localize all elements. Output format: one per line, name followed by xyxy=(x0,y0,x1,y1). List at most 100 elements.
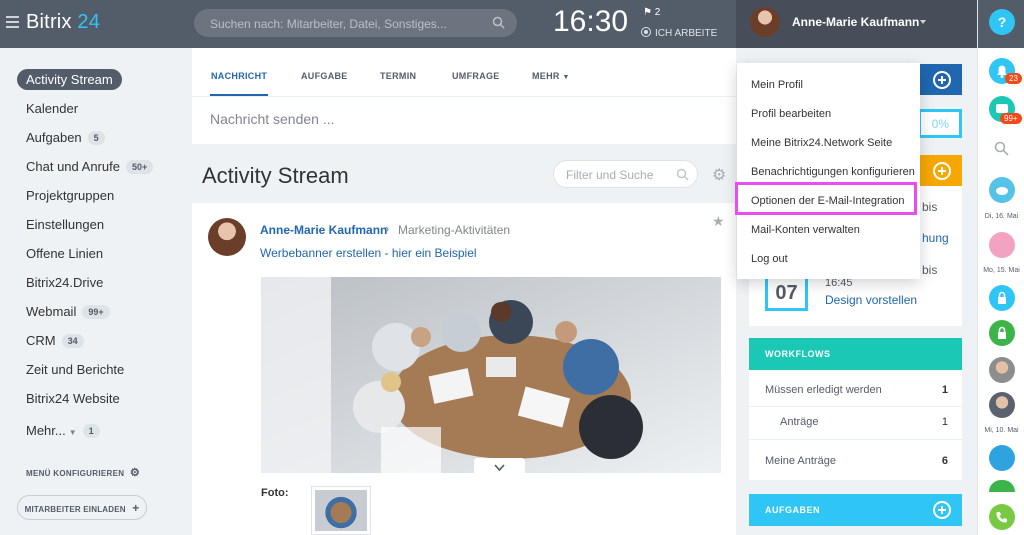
tasks-header[interactable]: AUFGABEN xyxy=(749,494,962,526)
telegram-icon[interactable] xyxy=(989,445,1015,471)
chevron-right-icon: › xyxy=(385,221,390,236)
menu-item-network-page[interactable]: Meine Bitrix24.Network Seite xyxy=(751,137,892,149)
sidebar-item-label: CRM xyxy=(26,333,56,348)
help-button[interactable]: ? xyxy=(989,9,1015,35)
event-date-box[interactable]: 07 xyxy=(765,276,808,311)
sidebar-item-offene-linien[interactable]: Offene Linien xyxy=(26,243,103,264)
tab-termin[interactable]: TERMIN xyxy=(380,71,416,81)
post-link[interactable]: Werbebanner erstellen - hier ein Beispie… xyxy=(260,246,477,260)
user-avatar xyxy=(750,7,780,37)
chevron-down-icon xyxy=(494,464,505,472)
counter-badge: 5 xyxy=(87,131,105,145)
chevron-down-icon: ▼ xyxy=(68,428,77,437)
sidebar-item-zeit[interactable]: Zeit und Berichte xyxy=(26,359,124,380)
plus-icon xyxy=(933,71,951,89)
message-input[interactable]: Nachricht senden ... xyxy=(210,111,335,127)
tab-aufgabe[interactable]: AUFGABE xyxy=(301,71,348,81)
cloud-icon[interactable] xyxy=(989,177,1015,203)
quick-add-button[interactable] xyxy=(918,64,962,95)
work-status-icon xyxy=(641,27,651,37)
event-bis-1: bis xyxy=(922,200,938,214)
tab-umfrage[interactable]: UMFRAGE xyxy=(452,71,500,81)
menu-item-my-profile[interactable]: Mein Profil xyxy=(751,79,803,91)
filter-search-input[interactable]: Filter und Suche xyxy=(553,160,698,188)
workflow-row[interactable]: Anträge xyxy=(780,416,819,428)
workflow-label: Anträge xyxy=(780,416,819,428)
sidebar-item-drive[interactable]: Bitrix24.Drive xyxy=(26,272,103,293)
tab-mehr[interactable]: MEHR ▼ xyxy=(532,71,570,81)
sidebar-item-chat[interactable]: Chat und Anrufe 50+ xyxy=(26,156,154,177)
photo-thumbnail[interactable] xyxy=(311,486,371,535)
sidebar-item-label: Kalender xyxy=(26,101,79,116)
phone-icon[interactable] xyxy=(989,504,1015,530)
menu-item-logout[interactable]: Log out xyxy=(751,253,788,265)
contact-avatar-icon[interactable] xyxy=(989,357,1015,383)
logo-text: Bitrix xyxy=(26,11,72,33)
sidebar-item-label: Webmail xyxy=(26,304,77,319)
workflow-row[interactable]: Meine Anträge xyxy=(765,455,836,467)
author-avatar[interactable] xyxy=(208,218,246,256)
flag-counter[interactable]: ⚑ 2 xyxy=(643,7,660,18)
flag-count: 2 xyxy=(654,7,661,18)
sidebar-item-projektgruppen[interactable]: Projektgruppen xyxy=(26,185,114,206)
page-title: Activity Stream xyxy=(202,163,349,188)
event-link-1[interactable]: hung xyxy=(922,231,949,245)
sidebar-item-label: Activity Stream xyxy=(26,72,113,87)
contact-avatar-icon[interactable] xyxy=(989,232,1015,258)
search-input[interactable]: Suchen nach: Mitarbeiter, Datei, Sonstig… xyxy=(194,9,517,37)
post-image[interactable] xyxy=(261,277,721,473)
chevron-down-icon xyxy=(920,20,926,24)
sidebar: Activity Stream Kalender Aufgaben 5 Chat … xyxy=(0,48,192,535)
lock-icon[interactable] xyxy=(989,285,1015,311)
workflow-label: Meine Anträge xyxy=(765,455,836,467)
work-status[interactable]: ICH ARBEITE xyxy=(641,27,717,39)
menu-configure-button[interactable]: MENÜ KONFIGURIEREN ⚙ xyxy=(26,466,140,479)
logo[interactable]: Bitrix 24 xyxy=(26,11,100,34)
workflows-header[interactable]: WORKFLOWS xyxy=(749,338,962,370)
plus-icon[interactable] xyxy=(933,501,951,519)
menu-item-edit-profile[interactable]: Profil bearbeiten xyxy=(751,108,831,120)
sidebar-item-mehr[interactable]: Mehr... ▼ 1 xyxy=(26,420,100,441)
user-menu-toggle[interactable]: Anne-Marie Kaufmann xyxy=(736,0,977,48)
flag-icon: ⚑ xyxy=(643,7,652,18)
sidebar-item-website[interactable]: Bitrix24 Website xyxy=(26,388,120,409)
menu-item-notifications[interactable]: Benachrichtigungen konfigurieren xyxy=(751,166,915,178)
sidebar-item-crm[interactable]: CRM 34 xyxy=(26,330,84,351)
logo-number: 24 xyxy=(77,11,101,33)
progress-box: 0% xyxy=(918,109,962,138)
lock-icon[interactable] xyxy=(989,480,1015,492)
tab-nachricht[interactable]: NACHRICHT xyxy=(211,71,267,81)
lock-icon[interactable] xyxy=(989,320,1015,346)
sidebar-item-einstellungen[interactable]: Einstellungen xyxy=(26,214,104,235)
contact-avatar-icon[interactable] xyxy=(989,392,1015,418)
post-destination[interactable]: Marketing-Aktivitäten xyxy=(398,223,510,237)
sidebar-item-webmail[interactable]: Webmail 99+ xyxy=(26,301,110,322)
invite-employees-button[interactable]: MITARBEITER EINLADEN + xyxy=(17,495,147,520)
counter-badge: 34 xyxy=(61,334,84,348)
calendar-header[interactable] xyxy=(918,155,962,186)
menu-configure-label: MENÜ KONFIGURIEREN xyxy=(26,469,125,478)
clock[interactable]: 16:30 xyxy=(553,5,628,39)
event-title[interactable]: Design vorstellen xyxy=(825,293,917,307)
date-label: Di, 16. Mai xyxy=(984,213,1019,220)
star-icon[interactable]: ★ xyxy=(712,213,725,230)
workflow-row[interactable]: Müssen erledigt werden xyxy=(765,384,882,396)
tab-mehr-label: MEHR xyxy=(532,71,560,81)
workflows-title: WORKFLOWS xyxy=(765,349,831,359)
workflow-count: 1 xyxy=(941,384,948,396)
chat-badge: 99+ xyxy=(1000,113,1022,124)
sidebar-item-label: Chat und Anrufe xyxy=(26,159,120,174)
sidebar-item-aufgaben[interactable]: Aufgaben 5 xyxy=(26,127,105,148)
gear-icon[interactable]: ⚙ xyxy=(712,165,726,185)
search-icon[interactable] xyxy=(492,16,505,29)
search-icon[interactable] xyxy=(676,168,689,181)
post-author[interactable]: Anne-Marie Kaufmann xyxy=(260,223,387,237)
expand-post-button[interactable] xyxy=(474,458,525,478)
menu-item-mail-accounts[interactable]: Mail-Konten verwalten xyxy=(751,224,860,236)
menu-burger-icon[interactable] xyxy=(6,16,19,31)
sidebar-item-kalender[interactable]: Kalender xyxy=(26,98,78,119)
sidebar-item-activity-stream[interactable]: Activity Stream xyxy=(17,69,122,90)
search-icon[interactable] xyxy=(994,141,1009,156)
highlight-frame xyxy=(735,182,917,215)
event-day: 07 xyxy=(775,282,798,304)
